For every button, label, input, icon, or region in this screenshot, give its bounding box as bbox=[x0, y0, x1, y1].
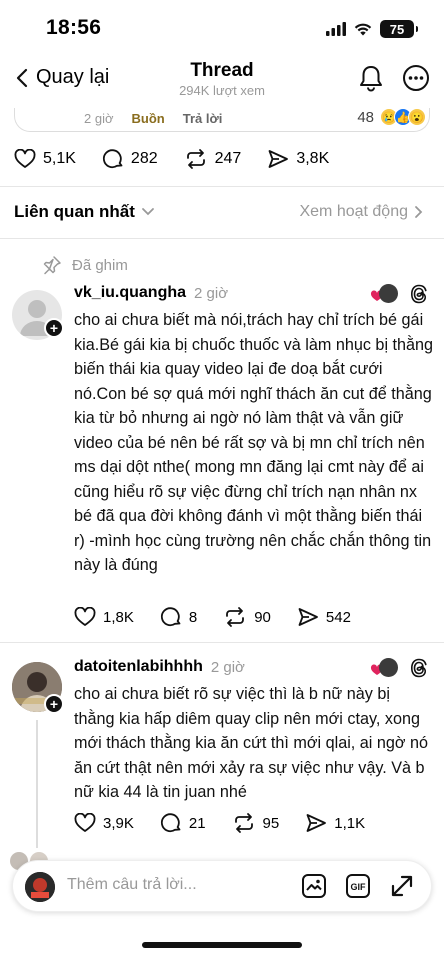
svg-text:GIF: GIF bbox=[351, 882, 367, 892]
threads-logo-icon[interactable] bbox=[410, 658, 428, 678]
wifi-icon bbox=[354, 23, 372, 36]
user-photo-icon bbox=[25, 872, 55, 902]
repost-icon bbox=[234, 813, 253, 833]
divider bbox=[0, 642, 444, 643]
comment-icon bbox=[160, 607, 181, 627]
comment-repost-count: 90 bbox=[254, 608, 271, 626]
comment-share-count: 1,1K bbox=[334, 814, 366, 832]
nav-actions bbox=[358, 64, 430, 92]
divider bbox=[0, 238, 444, 239]
heart-icon bbox=[74, 813, 96, 832]
share-button[interactable]: 3,8K bbox=[267, 148, 329, 170]
sort-row: Liên quan nhất Xem hoạt động bbox=[0, 200, 444, 228]
comment-time: 2 giờ bbox=[210, 658, 245, 676]
wow-reaction-icon: 😮 bbox=[408, 108, 426, 126]
my-avatar bbox=[25, 872, 55, 902]
threads-logo-icon[interactable] bbox=[410, 284, 428, 304]
signal-icon bbox=[326, 22, 346, 36]
share-count: 3,8K bbox=[296, 150, 330, 167]
reply-composer[interactable]: Thêm câu trả lời... GIF bbox=[12, 860, 432, 912]
heart-icon bbox=[74, 607, 96, 626]
like-count: 5,1K bbox=[43, 150, 76, 167]
comment-icon bbox=[160, 813, 181, 833]
comment-share-count: 542 bbox=[325, 608, 351, 626]
divider bbox=[0, 186, 444, 187]
more-icon[interactable] bbox=[402, 64, 430, 92]
sort-dropdown[interactable]: Liên quan nhất bbox=[14, 202, 155, 222]
status-bar: 18:56 75 bbox=[0, 0, 444, 56]
comment-count: 282 bbox=[130, 150, 158, 167]
comment-like-button[interactable]: 3,9K bbox=[74, 812, 134, 834]
comment-actions: 1,8K 8 90 542 bbox=[74, 606, 351, 628]
view-activity-link[interactable]: Xem hoạt động bbox=[299, 203, 424, 221]
comment-text: cho ai chưa biết mà nói,trách hay chỉ tr… bbox=[74, 311, 434, 574]
repost-icon bbox=[226, 607, 245, 627]
heart-icon bbox=[14, 149, 36, 168]
pin-icon bbox=[43, 256, 61, 275]
comment-like-button[interactable]: 1,8K bbox=[74, 606, 134, 628]
parent-reactions[interactable]: 48 😢 👍 😮 bbox=[357, 108, 426, 126]
comment-reply-count: 8 bbox=[188, 608, 198, 626]
pinned-label-row: Đã ghim bbox=[42, 255, 128, 275]
bell-icon[interactable] bbox=[358, 64, 384, 92]
parent-meta-row: 2 giờ Buồn Trả lời 48 😢 👍 😮 bbox=[0, 108, 444, 138]
comment-repost-button[interactable]: 90 bbox=[223, 606, 271, 628]
expand-icon[interactable] bbox=[389, 873, 415, 899]
repost-icon bbox=[186, 149, 205, 169]
comment-reply-count: 21 bbox=[188, 814, 206, 832]
follow-plus-icon[interactable]: + bbox=[44, 694, 64, 714]
status-icons: 75 bbox=[326, 20, 418, 38]
like-button[interactable]: 5,1K bbox=[14, 148, 76, 170]
comment-repost-button[interactable]: 95 bbox=[232, 812, 280, 834]
home-indicator bbox=[142, 942, 302, 948]
comment-share-button[interactable]: 542 bbox=[297, 606, 351, 628]
top-nav: Quay lại Thread 294K lượt xem bbox=[0, 56, 444, 106]
comment-header-icons bbox=[370, 658, 428, 678]
gif-icon[interactable]: GIF bbox=[345, 873, 371, 899]
liked-by-author-icon bbox=[370, 658, 398, 678]
comment-header: vk_iu.quangha 2 giờ bbox=[74, 284, 228, 302]
comment-item: + vk_iu.quangha 2 giờ cho ai chưa biết m… bbox=[0, 284, 444, 634]
send-icon bbox=[306, 814, 327, 832]
comment-time: 2 giờ bbox=[194, 284, 229, 302]
repost-button[interactable]: 247 bbox=[184, 148, 242, 170]
composer-icons: GIF bbox=[301, 873, 415, 899]
send-icon bbox=[298, 608, 318, 626]
comment-like-count: 1,8K bbox=[103, 608, 134, 626]
comment-header: datoitenlabihhhh 2 giờ bbox=[74, 658, 245, 676]
comment-actions: 3,9K 21 95 1,1K bbox=[74, 812, 365, 834]
comment-button[interactable]: 282 bbox=[102, 148, 158, 170]
repost-count: 247 bbox=[214, 150, 242, 167]
reply-input[interactable]: Thêm câu trả lời... bbox=[67, 876, 197, 894]
status-time: 18:56 bbox=[46, 16, 102, 39]
comment-repost-count: 95 bbox=[262, 814, 280, 832]
comment-header-icons bbox=[370, 284, 428, 304]
post-actions: 5,1K 282 247 3,8K bbox=[14, 148, 329, 170]
comment-username[interactable]: vk_iu.quangha bbox=[74, 284, 186, 302]
comment-item: + datoitenlabihhhh 2 giờ cho ai chưa biế… bbox=[0, 658, 444, 848]
comment-username[interactable]: datoitenlabihhhh bbox=[74, 658, 203, 676]
chevron-down-icon bbox=[141, 208, 154, 216]
comment-text: cho ai chưa biết rõ sự việc thì là b nữ … bbox=[74, 685, 429, 801]
chevron-right-icon bbox=[415, 206, 423, 218]
parent-reply-link[interactable]: Trả lời bbox=[183, 111, 223, 126]
parent-tag[interactable]: Buồn bbox=[132, 111, 165, 126]
comment-reply-button[interactable]: 21 bbox=[160, 812, 206, 834]
send-icon bbox=[268, 150, 289, 168]
battery-icon: 75 bbox=[380, 20, 418, 38]
comment-share-button[interactable]: 1,1K bbox=[305, 812, 365, 834]
reaction-count: 48 bbox=[357, 108, 374, 126]
liked-by-author-icon bbox=[370, 284, 398, 304]
image-icon[interactable] bbox=[301, 873, 327, 899]
parent-time: 2 giờ bbox=[84, 111, 114, 126]
view-activity-label: Xem hoạt động bbox=[299, 203, 408, 220]
comment-reply-button[interactable]: 8 bbox=[160, 606, 197, 628]
sort-label: Liên quan nhất bbox=[14, 202, 135, 221]
comment-icon bbox=[102, 149, 123, 169]
follow-plus-icon[interactable]: + bbox=[44, 318, 64, 338]
pinned-text: Đã ghim bbox=[72, 256, 128, 274]
comment-like-count: 3,9K bbox=[103, 814, 134, 832]
thread-line bbox=[36, 720, 38, 848]
